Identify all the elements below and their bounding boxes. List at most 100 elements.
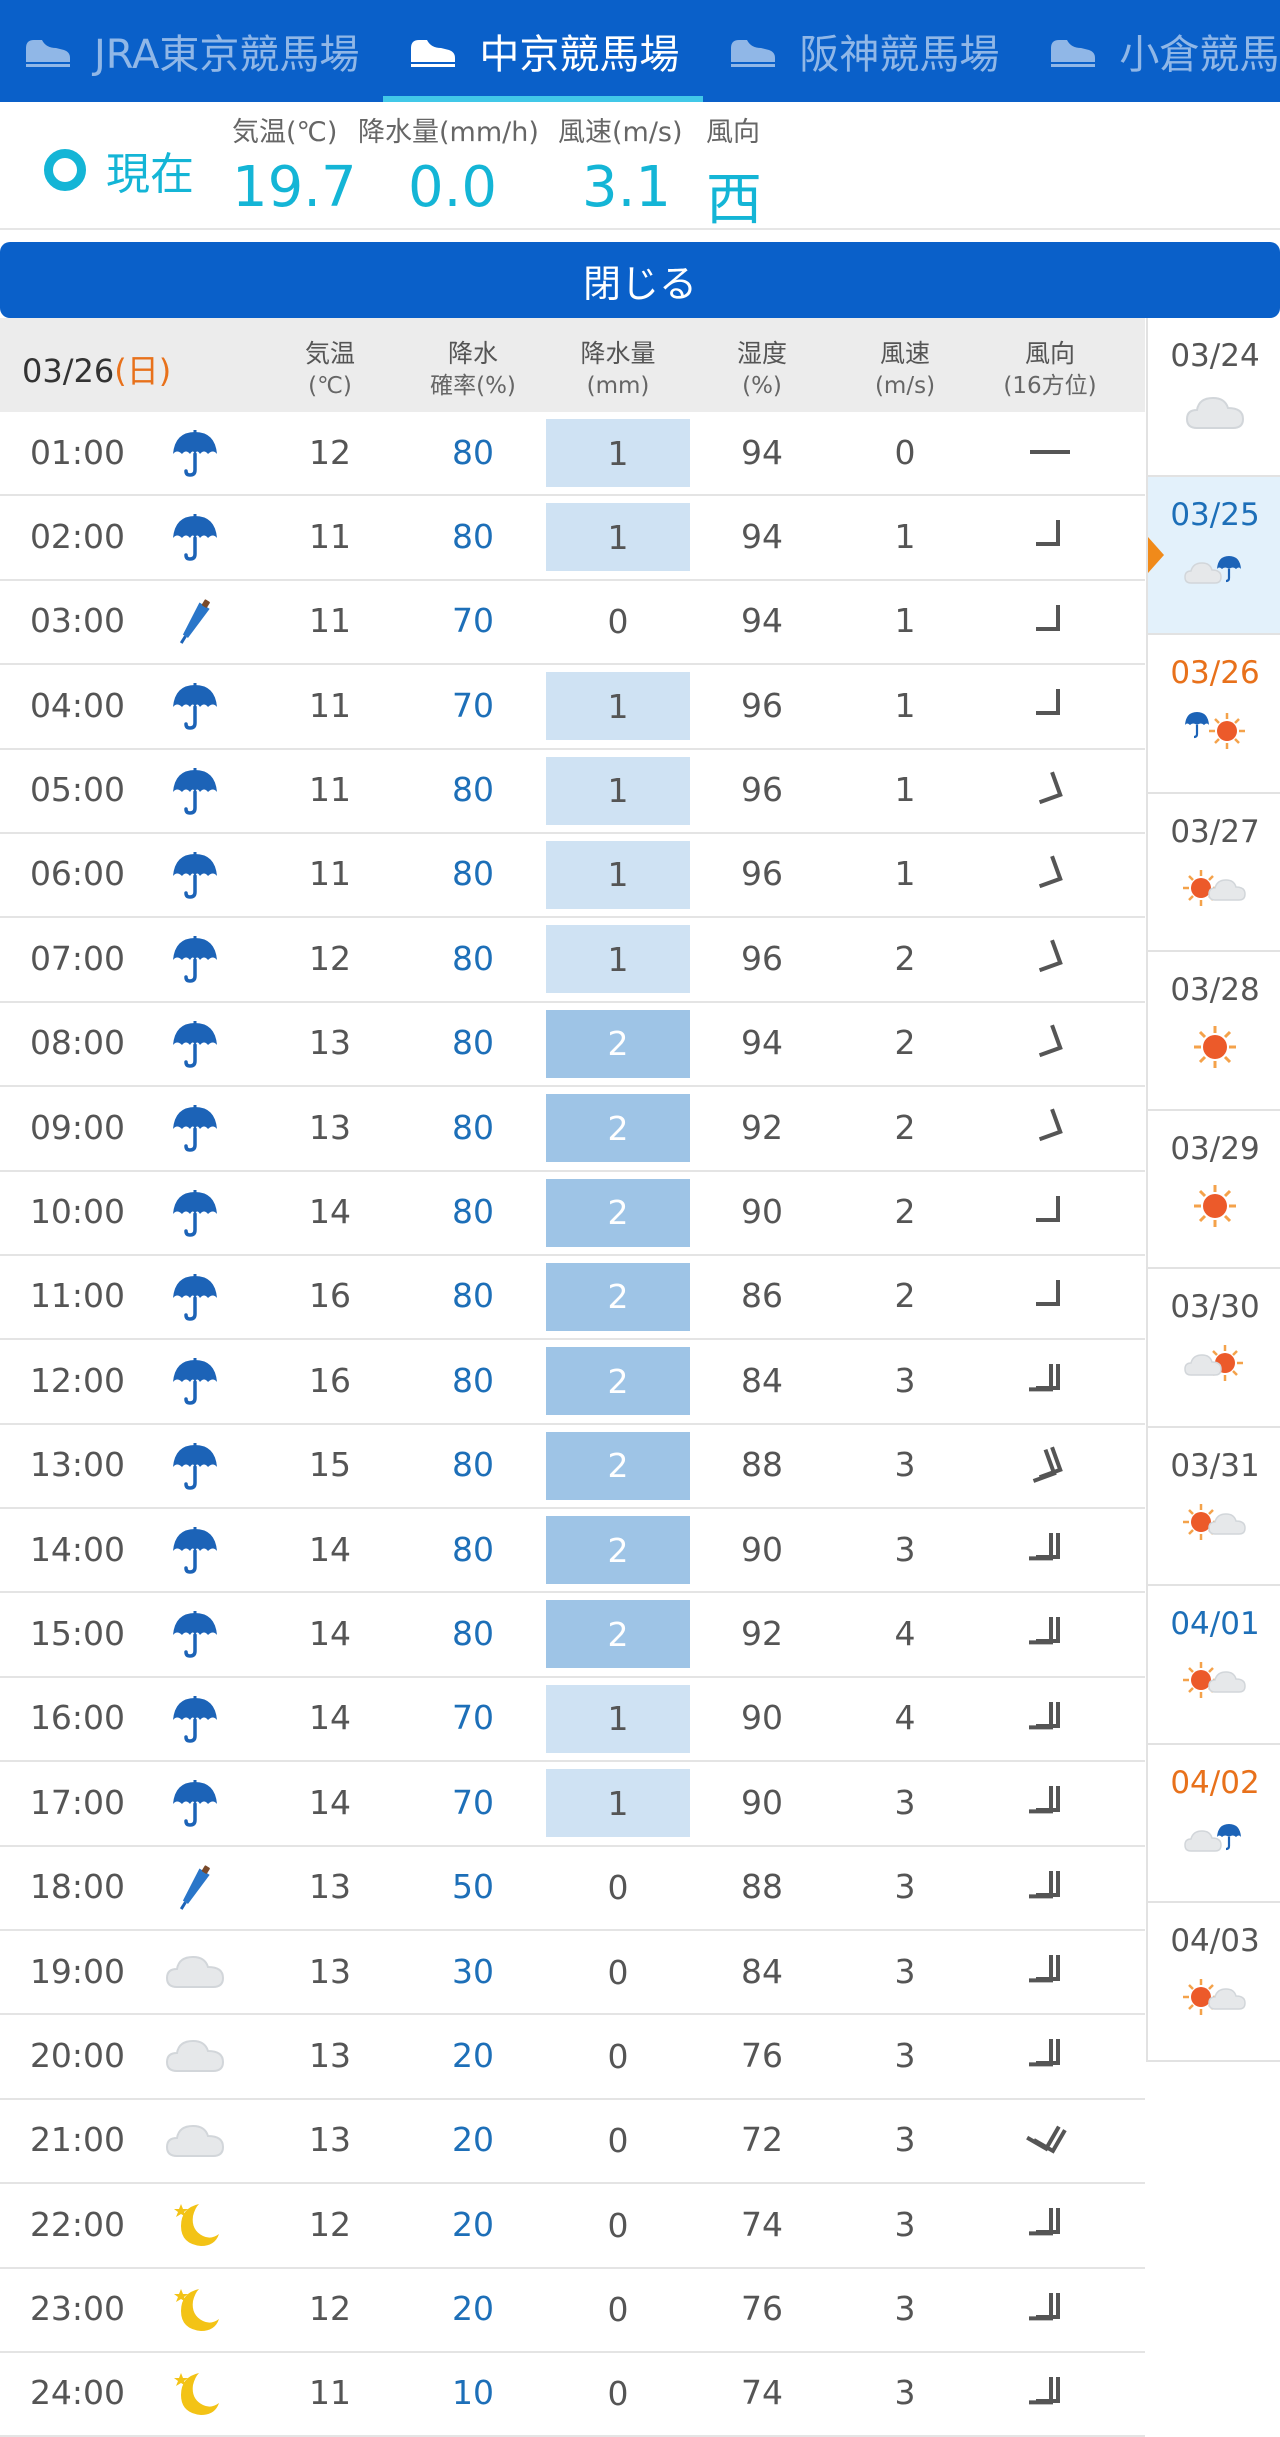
daily-item[interactable]: 04/02 — [1148, 1745, 1280, 1903]
precip-amount-value: 0 — [607, 2036, 629, 2076]
umbrella-icon — [150, 1087, 240, 1167]
wind-speed-value: 2 — [894, 1192, 916, 1232]
precip-amount-value: 0 — [607, 2205, 629, 2245]
humidity-value: 76 — [741, 2035, 783, 2075]
table-row: 04:00 11 70 1 96 1 — [0, 665, 1145, 750]
horseshoe-icon — [26, 40, 70, 67]
hour-label: 18:00 — [29, 1867, 126, 1907]
wind-direction-icon — [990, 1931, 1110, 2011]
wind-direction-icon — [990, 1340, 1110, 1420]
temperature-value: 11 — [309, 601, 351, 641]
daily-date: 03/26 — [1170, 655, 1260, 691]
hour-label: 15:00 — [29, 1613, 126, 1653]
precip-amount-value: 2 — [546, 1262, 690, 1331]
wind-direction-icon — [990, 750, 1110, 830]
closed-umbrella-icon — [150, 1847, 240, 1927]
table-row: 17:00 14 70 1 90 3 — [0, 1762, 1145, 1847]
hour-label: 01:00 — [29, 432, 126, 472]
wind-speed-value: 3 — [894, 1445, 916, 1485]
temperature-value: 12 — [309, 2204, 351, 2244]
wind-direction-icon — [990, 1847, 1110, 1927]
precip-probability-value: 70 — [452, 685, 494, 725]
temperature-value: 11 — [309, 685, 351, 725]
daily-item[interactable]: 03/26 — [1148, 635, 1280, 794]
precip-amount-value: 0 — [607, 1952, 629, 1992]
daily-item[interactable]: 03/25 — [1148, 476, 1280, 635]
temperature-value: 11 — [309, 770, 351, 810]
temperature-value: 12 — [309, 938, 351, 978]
cloud-icon — [150, 1931, 240, 2011]
precip-probability-value: 70 — [452, 1782, 494, 1822]
table-row: 24:00 11 10 0 74 3 — [0, 2353, 1145, 2437]
tab-hanshin[interactable]: 阪神競馬場 — [703, 0, 1023, 102]
sun-icon — [1148, 1024, 1280, 1070]
wind-direction-icon — [990, 2353, 1110, 2433]
humidity-value: 88 — [741, 1445, 783, 1485]
wind-direction-icon — [990, 1172, 1110, 1252]
precip-probability-value: 80 — [452, 938, 494, 978]
temperature-value: 13 — [309, 1867, 351, 1907]
wind-speed-value: 3 — [894, 1529, 916, 1569]
table-row: 14:00 14 80 2 90 3 — [0, 1509, 1145, 1594]
cloud-sun-icon — [1148, 1341, 1280, 1385]
precip-amount-value: 1 — [546, 419, 690, 487]
umbrella-icon — [150, 1593, 240, 1673]
wind-direction-icon — [990, 2184, 1110, 2264]
sun-cloud-icon — [1148, 1500, 1280, 1544]
daily-item[interactable]: 03/24 — [1148, 318, 1280, 477]
temperature-value: 12 — [309, 2289, 351, 2329]
table-row: 05:00 11 80 1 96 1 — [0, 750, 1145, 834]
horseshoe-icon — [731, 40, 776, 67]
wind-speed-value: 3 — [894, 1867, 916, 1907]
close-button[interactable]: 閉じる — [0, 242, 1280, 318]
tab-chukyo[interactable]: 中京競馬場 — [383, 0, 704, 102]
humidity-value: 94 — [741, 516, 783, 556]
current-label-text: 現在 — [106, 149, 194, 200]
precip-amount-value: 2 — [546, 1600, 690, 1669]
wind-speed-value: 2 — [894, 1023, 916, 1063]
temperature-value: 15 — [309, 1445, 351, 1485]
hour-label: 13:00 — [29, 1445, 126, 1485]
daily-item[interactable]: 03/31 — [1148, 1428, 1280, 1586]
wind-speed-value: 1 — [894, 601, 916, 641]
tab-tokyo[interactable]: JRA東京競馬場 — [0, 0, 383, 102]
wind-speed-value: 1 — [894, 516, 916, 556]
moon-icon — [150, 2184, 240, 2264]
table-row: 07:00 12 80 1 96 2 — [0, 918, 1145, 1003]
precip-probability-value: 80 — [452, 1360, 494, 1400]
daily-item[interactable]: 04/03 — [1148, 1903, 1280, 2062]
wind-speed-value: 2 — [894, 938, 916, 978]
hour-label: 06:00 — [29, 854, 126, 894]
wind-direction-icon — [990, 1762, 1110, 1842]
umbrella-sun-icon — [1148, 707, 1280, 751]
humidity-value: 96 — [741, 770, 783, 810]
daily-item[interactable]: 03/29 — [1148, 1111, 1280, 1269]
precip-amount-value: 2 — [546, 1009, 690, 1078]
wind-speed-value: 3 — [894, 2289, 916, 2329]
daily-item[interactable]: 03/27 — [1148, 794, 1280, 952]
humidity-value: 72 — [741, 2120, 783, 2160]
daily-item[interactable]: 03/28 — [1148, 952, 1280, 1111]
humidity-value: 92 — [741, 1613, 783, 1653]
temperature-value: 11 — [309, 2373, 351, 2413]
daily-item[interactable]: 03/30 — [1148, 1269, 1280, 1428]
daily-item[interactable]: 04/01 — [1148, 1586, 1280, 1745]
humidity-value: 84 — [741, 1951, 783, 1991]
umbrella-icon — [150, 496, 240, 576]
humidity-value: 84 — [741, 1360, 783, 1400]
wind-direction-icon — [990, 665, 1110, 745]
metric-wind-speed: 風速(m/s) 3.1 — [558, 117, 683, 220]
precip-amount-value: 0 — [607, 2290, 629, 2330]
tab-kokura[interactable]: 小倉競馬場 — [1023, 0, 1280, 102]
precip-amount-value: 0 — [607, 602, 629, 642]
humidity-value: 96 — [741, 854, 783, 894]
hour-label: 24:00 — [29, 2373, 126, 2413]
sun-cloud-icon — [1148, 1975, 1280, 2019]
status-ring-icon — [44, 149, 86, 191]
wind-direction-icon — [990, 496, 1110, 576]
precip-probability-value: 80 — [452, 1192, 494, 1232]
daily-forecast-list: 03/24 03/25 03/26 03/27 03/28 03/29 03/30 03/31… — [1146, 318, 1280, 2062]
table-row: 23:00 12 20 0 76 3 — [0, 2269, 1145, 2353]
temperature-value: 14 — [309, 1698, 351, 1738]
wind-direction-icon — [990, 1678, 1110, 1758]
